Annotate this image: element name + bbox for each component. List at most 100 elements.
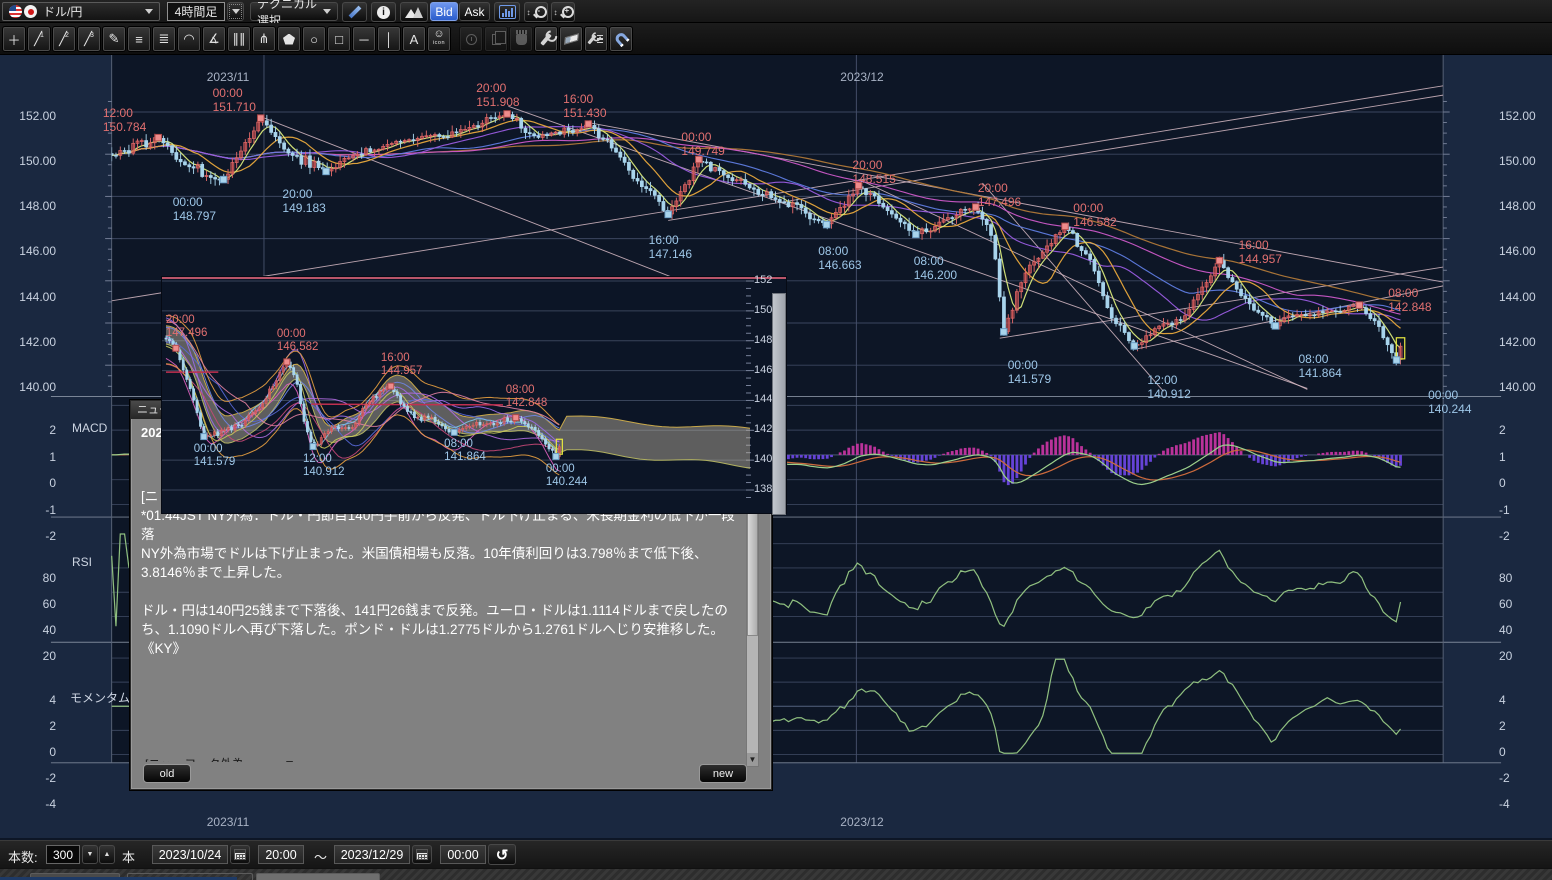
news-text-line: 《KY》 [141, 639, 736, 658]
new-button-label: new [713, 768, 733, 780]
low-annotation: 20:00149.183 [282, 187, 325, 215]
trading-app-window: ドル/円 4時間足 テクニカル選択 i Bid Ask ↕- ↕+ ＋╱1╱2╱… [0, 0, 1552, 880]
zoom-out-button[interactable]: ↕- [524, 2, 548, 22]
new-news-button[interactable]: new [699, 764, 747, 783]
crosshair-tool-icon: ＋ [7, 30, 20, 49]
down-arrow-icon: ↕ [527, 8, 531, 17]
news-scrollbar-thumb[interactable] [747, 506, 758, 636]
to-date-value: 2023/12/29 [341, 848, 404, 862]
vertical-line-tool[interactable]: │ [377, 26, 401, 52]
to-calendar-button[interactable] [412, 845, 432, 864]
low-annotation: 08:00141.864 [444, 438, 486, 464]
bar-chart-icon [499, 5, 516, 19]
eraser-button[interactable] [559, 26, 583, 52]
to-time-field[interactable]: 00:00 [440, 845, 486, 864]
news-text-line [141, 582, 736, 601]
chart-style-button[interactable] [400, 2, 428, 22]
clock-icon [466, 34, 477, 45]
ask-button[interactable]: Ask [459, 2, 490, 21]
measure-pencil-tool[interactable]: ✎ [102, 26, 126, 52]
drawing-toolbar: ＋ ╱1╱2╱3 ✎ ≡ ≣ ◠ ∡ ∥∥⋔ ○□─│A☺icon [0, 23, 1552, 55]
bid-button[interactable]: Bid [430, 2, 458, 21]
parallel-lines-tool[interactable]: ≡ [127, 26, 151, 52]
news-scrollbar[interactable]: ▼ [746, 505, 759, 767]
from-date-field[interactable]: 2023/10/24 [152, 845, 228, 864]
chart-date-label: 2023/12 [840, 815, 883, 829]
price-axis-label: 148.00 [12, 199, 56, 213]
parallel-lines-tool-icon: ≡ [135, 32, 143, 47]
up-arrow-icon: ↕ [554, 8, 558, 17]
count-decrease-button[interactable]: ▼ [82, 845, 98, 864]
to-date-field[interactable]: 2023/12/29 [334, 845, 410, 864]
measure-pencil-tool-icon: ✎ [109, 31, 120, 47]
mountain-chart-icon [405, 7, 423, 18]
fan-lines-tool-icon: ∡ [208, 31, 220, 47]
bar-unit-label: 本 [122, 847, 135, 866]
chart-date-label: 2023/11 [207, 815, 250, 829]
count-increase-button[interactable]: ▲ [99, 845, 115, 864]
undo-history-button[interactable] [459, 26, 483, 52]
dense-lines-tool[interactable]: ≣ [152, 26, 176, 52]
minimized-window-tab[interactable] [256, 873, 380, 880]
currency-pair-select[interactable]: ドル/円 [2, 2, 160, 21]
popup-chart-canvas[interactable] [162, 279, 770, 513]
price-axis-label: 140.00 [1499, 380, 1536, 394]
indicator-tick-label: 0 [1499, 476, 1506, 490]
trendline-3-tool[interactable]: ╱3 [77, 26, 101, 52]
vertical-lines-tool[interactable]: ∥∥ [227, 26, 251, 52]
reload-icon: ↺ [496, 846, 509, 864]
from-time-value: 20:00 [265, 848, 296, 862]
icon-stamp-tool[interactable]: ☺icon [427, 26, 451, 52]
magnifier-plus-icon: + [559, 5, 573, 19]
mini-chart-button[interactable] [494, 2, 520, 22]
crosshair-tool[interactable]: ＋ [2, 26, 26, 52]
indicator-tick-label: 0 [22, 476, 56, 490]
draw-pencil-button[interactable] [342, 2, 367, 22]
info-button[interactable]: i [371, 2, 396, 22]
old-news-button[interactable]: old [143, 764, 191, 783]
rectangle-tool[interactable]: □ [327, 26, 351, 52]
info-icon: i [377, 6, 390, 19]
fan-lines-tool[interactable]: ∡ [202, 26, 226, 52]
timeframe-dropdown-button[interactable] [227, 2, 244, 21]
bar-count-input[interactable]: 300 [46, 845, 80, 864]
high-annotation: 16:00151.430 [563, 92, 606, 120]
pentagon-tool[interactable] [277, 26, 301, 52]
magnet-icon [613, 31, 629, 47]
indicator-tick-label: 60 [22, 597, 56, 611]
low-annotation: 00:00148.797 [173, 195, 216, 223]
from-calendar-button[interactable] [230, 845, 250, 864]
price-axis-label: 144.00 [1499, 290, 1536, 304]
indicator-tick-label: 60 [1499, 597, 1512, 611]
arc-gauge-tool[interactable]: ◠ [177, 26, 201, 52]
indicator-tick-label: 4 [1499, 693, 1506, 707]
magnet-button[interactable] [609, 26, 633, 52]
high-annotation: 20:00147.496 [978, 181, 1021, 209]
high-annotation: 20:00151.908 [476, 81, 519, 109]
text-tool[interactable]: A [402, 26, 426, 52]
trendline-2-tool[interactable]: ╱2 [52, 26, 76, 52]
low-annotation: 08:00141.864 [1298, 352, 1341, 380]
timeframe-select[interactable]: 4時間足 [167, 2, 225, 21]
high-annotation: 08:00142.848 [1388, 286, 1431, 314]
reload-button[interactable]: ↺ [488, 844, 516, 865]
from-time-field[interactable]: 20:00 [258, 845, 304, 864]
low-annotation: 00:00141.579 [194, 443, 236, 469]
technical-select-button[interactable]: テクニカル選択 [250, 2, 338, 21]
wrench-button[interactable] [534, 26, 558, 52]
scroll-down-arrow-icon[interactable]: ▼ [747, 753, 758, 766]
trendline-1-tool[interactable]: ╱1 [27, 26, 51, 52]
popup-scrollbar[interactable] [772, 293, 786, 515]
pentagon-icon [283, 34, 295, 45]
dense-lines-tool-icon: ≣ [159, 31, 170, 47]
copy-button[interactable] [484, 26, 508, 52]
circle-tool[interactable]: ○ [302, 26, 326, 52]
indicator-tick-label: 80 [1499, 571, 1512, 585]
zoom-in-button[interactable]: ↕+ [551, 2, 575, 22]
pitchfork-tool[interactable]: ⋔ [252, 26, 276, 52]
indicator-tick-label: -1 [22, 503, 56, 517]
high-annotation: 16:00144.957 [381, 352, 423, 378]
pan-hand-button[interactable] [509, 26, 533, 52]
horizontal-line-tool[interactable]: ─ [352, 26, 376, 52]
settings-list-button[interactable] [584, 26, 608, 52]
